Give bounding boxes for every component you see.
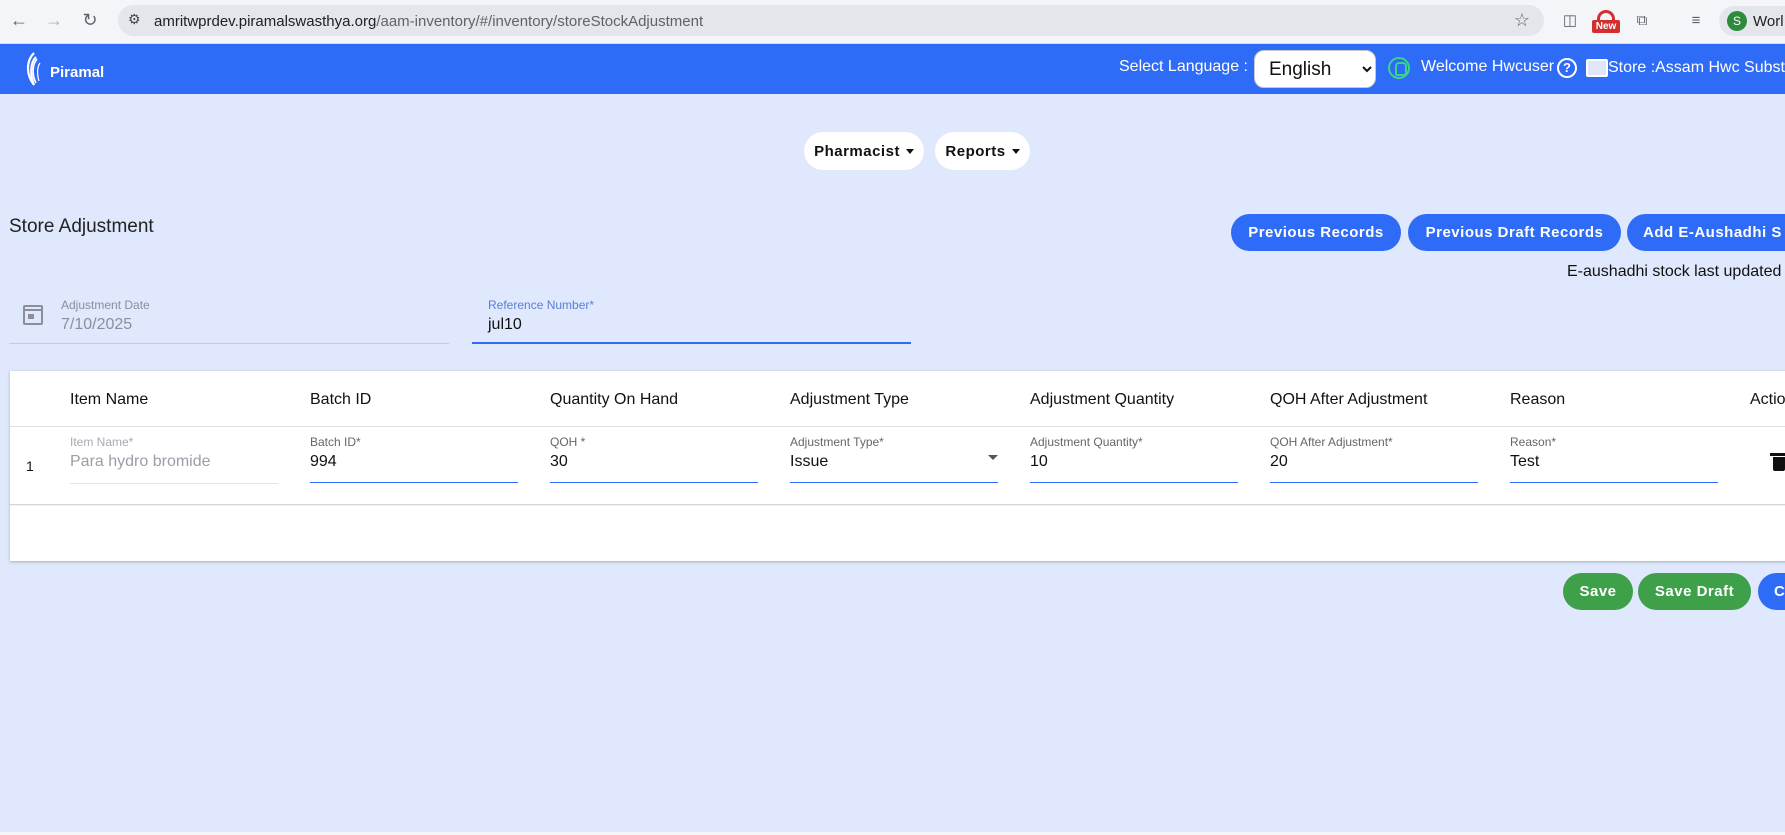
caret-down-icon — [905, 148, 914, 154]
header-qoh-after-adjustment: QOH After Adjustment — [1270, 391, 1428, 408]
adjustment-quantity-input[interactable]: 10 — [1030, 453, 1048, 471]
extension-icon[interactable]: ◫ — [1560, 9, 1580, 31]
reason-underline — [1510, 482, 1718, 483]
store-icon — [1586, 59, 1608, 77]
forward-icon[interactable]: → — [43, 9, 65, 31]
username: Hwcuser — [1491, 58, 1555, 75]
batch-id-underline — [310, 482, 518, 483]
qoh-label: QOH * — [550, 435, 586, 449]
batch-id-input[interactable]: 994 — [310, 453, 337, 471]
adjustment-date-label: Adjustment Date — [61, 298, 150, 312]
cancel-button[interactable]: C — [1758, 573, 1785, 610]
site-settings-icon[interactable]: ⚙ — [128, 11, 146, 29]
row-index: 1 — [26, 458, 34, 474]
header-divider — [10, 426, 1785, 427]
adjustment-type-select[interactable]: Issue — [790, 453, 828, 471]
eaushadhi-last-updated: E-aushadhi stock last updated o — [1567, 263, 1785, 280]
batch-id-label: Batch ID* — [310, 435, 361, 449]
adjustment-quantity-underline — [1030, 482, 1238, 483]
caret-down-icon — [1011, 148, 1020, 154]
qoh-after-adjustment-label: QOH After Adjustment* — [1270, 435, 1393, 449]
page-title: Store Adjustment — [9, 216, 154, 237]
save-button[interactable]: Save — [1563, 573, 1633, 610]
new-extension-icon[interactable]: New — [1592, 10, 1620, 34]
adjustment-date-underline — [9, 343, 449, 344]
browser-toolbar: ← → ↻ ⚙ amritwprdev.piramalswasthya.org/… — [0, 0, 1785, 44]
header-adjustment-quantity: Adjustment Quantity — [1030, 391, 1175, 408]
welcome-text: Welcome Hwcuser — [1421, 58, 1555, 75]
reading-list-icon[interactable]: ≡ — [1686, 9, 1706, 31]
delete-icon[interactable] — [1770, 453, 1785, 471]
row-shadow — [10, 504, 1785, 506]
app-header: Piramal Select Language : English Welcom… — [0, 44, 1785, 94]
item-name-label: Item Name* — [70, 435, 134, 449]
help-icon[interactable]: ? — [1557, 58, 1577, 78]
previous-records-button[interactable]: Previous Records — [1231, 214, 1401, 251]
header-item-name: Item Name — [70, 391, 149, 408]
reference-number-input[interactable]: jul10 — [488, 316, 522, 334]
reason-input[interactable]: Test — [1510, 453, 1539, 471]
piramal-logo[interactable]: Piramal — [22, 51, 104, 87]
adjustment-date-field[interactable]: 7/10/2025 — [61, 316, 132, 334]
adjustment-table: Item Name Batch ID Quantity On Hand Adju… — [10, 371, 1785, 561]
save-draft-button[interactable]: Save Draft — [1638, 573, 1751, 610]
header-batch-id: Batch ID — [310, 391, 372, 408]
qoh-after-adjustment-input[interactable]: 20 — [1270, 453, 1288, 471]
adjustment-type-label: Adjustment Type* — [790, 435, 884, 449]
user-icon — [1388, 57, 1410, 79]
previous-draft-records-button[interactable]: Previous Draft Records — [1408, 214, 1621, 251]
profile-chip[interactable]: S Worl — [1719, 6, 1785, 36]
qoh-input[interactable]: 30 — [550, 453, 568, 471]
reports-menu[interactable]: Reports — [935, 132, 1030, 170]
qoh-underline — [550, 482, 758, 483]
reference-number-underline — [472, 342, 911, 344]
calendar-icon[interactable] — [23, 305, 43, 325]
puzzle-extensions-icon[interactable]: ⧉ — [1632, 9, 1652, 31]
adjustment-type-underline — [790, 482, 998, 483]
adjustment-quantity-label: Adjustment Quantity* — [1030, 435, 1143, 449]
piramal-logo-icon — [26, 52, 41, 86]
item-name-field[interactable]: Para hydro bromide — [70, 453, 211, 471]
bookmark-star-icon[interactable]: ☆ — [1514, 10, 1530, 31]
header-adjustment-type: Adjustment Type — [790, 391, 909, 408]
avatar: S — [1727, 11, 1747, 31]
qoh-after-adjustment-underline — [1270, 482, 1478, 483]
add-eaushadhi-button[interactable]: Add E-Aushadhi S — [1627, 214, 1785, 251]
address-bar[interactable]: ⚙ amritwprdev.piramalswasthya.org/aam-in… — [118, 5, 1544, 36]
language-label: Select Language : — [1119, 58, 1248, 75]
reason-label: Reason* — [1510, 435, 1557, 449]
pharmacist-menu[interactable]: Pharmacist — [804, 132, 924, 170]
header-reason: Reason — [1510, 391, 1566, 408]
header-action: Actio — [1750, 391, 1785, 408]
header-quantity-on-hand: Quantity On Hand — [550, 391, 679, 408]
item-name-underline — [70, 483, 278, 484]
language-select[interactable]: English — [1254, 50, 1376, 88]
reload-icon[interactable]: ↻ — [79, 9, 101, 31]
store-label: Store :Assam Hwc Substo — [1608, 59, 1785, 76]
url-text: amritwprdev.piramalswasthya.org/aam-inve… — [154, 13, 704, 30]
dropdown-arrow-icon[interactable] — [988, 455, 998, 460]
back-icon[interactable]: ← — [8, 9, 30, 31]
reference-number-label: Reference Number* — [488, 298, 595, 312]
